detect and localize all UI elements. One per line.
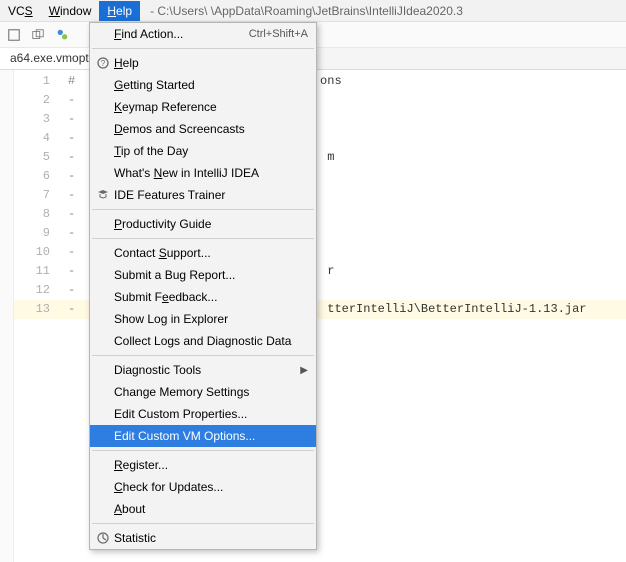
menu-item-productivity[interactable]: Productivity Guide [90,213,316,235]
menu-item-ide-features[interactable]: IDE Features Trainer [90,184,316,206]
svg-text:?: ? [101,59,106,68]
tool-icon-c[interactable] [52,25,72,45]
menu-item-feedback[interactable]: Submit Feedback... [90,286,316,308]
menu-item-help[interactable]: ? Help [90,52,316,74]
line-number: 5 [14,148,60,167]
tool-icon-a[interactable] [4,25,24,45]
menu-item-check-updates[interactable]: Check for Updates... [90,476,316,498]
help-menu-dropdown: Find Action... Ctrl+Shift+A ? Help Getti… [89,22,317,550]
trainer-icon [96,188,110,202]
window-title-path: - C:\Users\ \AppData\Roaming\JetBrains\I… [140,4,626,18]
tab-file[interactable]: a64.exe.vmopt [0,48,100,69]
line-number: 10 [14,243,60,262]
line-number: 4 [14,129,60,148]
menu-item-statistic[interactable]: Statistic [90,527,316,549]
menu-item-whats-new[interactable]: What's New in IntelliJ IDEA [90,162,316,184]
line-number: 11 [14,262,60,281]
menu-help[interactable]: Help [99,1,140,21]
menu-item-getting-started[interactable]: Getting Started [90,74,316,96]
line-number: 7 [14,186,60,205]
line-number: 6 [14,167,60,186]
menu-item-register[interactable]: Register... [90,454,316,476]
menu-item-tip-of-day[interactable]: Tip of the Day [90,140,316,162]
menu-separator [92,209,314,210]
menu-item-demos[interactable]: Demos and Screencasts [90,118,316,140]
line-number: 2 [14,91,60,110]
menu-item-edit-props[interactable]: Edit Custom Properties... [90,403,316,425]
menu-separator [92,355,314,356]
menu-separator [92,523,314,524]
menu-item-edit-vm-options[interactable]: Edit Custom VM Options... [90,425,316,447]
statistic-icon [96,531,110,545]
menu-item-contact-support[interactable]: Contact Support... [90,242,316,264]
menu-window[interactable]: Window [41,1,100,21]
tool-icon-b[interactable] [28,25,48,45]
line-number: 8 [14,205,60,224]
submenu-arrow-icon: ▶ [300,365,308,376]
menu-separator [92,238,314,239]
menu-separator [92,450,314,451]
shortcut-label: Ctrl+Shift+A [249,28,308,40]
menu-separator [92,48,314,49]
menu-item-show-log[interactable]: Show Log in Explorer [90,308,316,330]
line-number: 1 [14,72,60,91]
menu-item-bug-report[interactable]: Submit a Bug Report... [90,264,316,286]
menu-item-change-memory[interactable]: Change Memory Settings [90,381,316,403]
left-gutter [0,70,14,562]
menu-item-find-action[interactable]: Find Action... Ctrl+Shift+A [90,23,316,45]
menu-item-about[interactable]: About [90,498,316,520]
menu-item-diagnostic-tools[interactable]: Diagnostic Tools ▶ [90,359,316,381]
line-number: 9 [14,224,60,243]
help-icon: ? [96,56,110,70]
line-number: 13 [14,300,60,319]
menu-item-collect-logs[interactable]: Collect Logs and Diagnostic Data [90,330,316,352]
line-number: 12 [14,281,60,300]
line-number: 3 [14,110,60,129]
menubar: VCS Window Help - C:\Users\ \AppData\Roa… [0,0,626,22]
menu-item-keymap[interactable]: Keymap Reference [90,96,316,118]
line-gutter: 1 2 3 4 5 6 7 8 9 10 11 12 13 [14,70,60,562]
menu-vcs[interactable]: VCS [0,1,41,21]
